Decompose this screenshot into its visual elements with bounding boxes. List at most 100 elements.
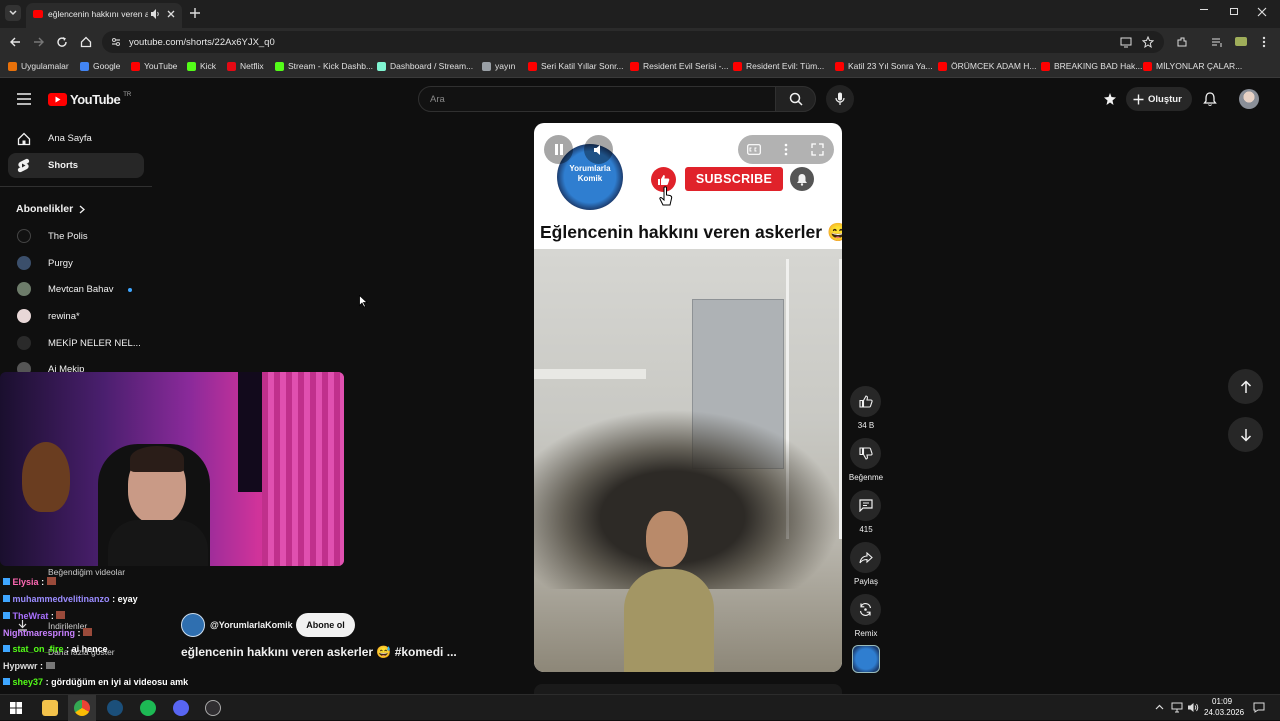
steam-icon[interactable] [107, 700, 123, 716]
site-info-icon[interactable] [111, 37, 121, 47]
tab-search-button[interactable] [5, 5, 21, 21]
fullscreen-icon[interactable] [811, 143, 824, 156]
chat-user: muhammedvelitinanzo [12, 594, 110, 604]
more-options-icon[interactable] [784, 143, 788, 156]
comments-button[interactable] [850, 490, 881, 521]
bookmark-video-6[interactable]: BREAKING BAD Hak... [1041, 61, 1142, 71]
bookmark-video-2[interactable]: Resident Evil Serisi -... [630, 61, 729, 71]
youtube-logo[interactable]: YouTube TR [48, 92, 131, 107]
sidebar-item-home[interactable]: Ana Sayfa [0, 127, 145, 151]
subscription-item[interactable]: The Polis [0, 227, 150, 247]
sidebar-item-shorts[interactable]: Shorts [8, 153, 144, 178]
home-icon[interactable] [80, 36, 92, 48]
obs-icon[interactable] [205, 700, 221, 716]
notification-center-icon[interactable] [1253, 702, 1265, 713]
bookmark-video-1[interactable]: Seri Katil Yıllar Sonr... [528, 61, 624, 71]
bookmark-star-icon[interactable] [1142, 36, 1154, 48]
clock-date[interactable]: 24.03.2026 [1204, 708, 1244, 717]
guide-menu-icon[interactable] [17, 93, 31, 105]
tray-chevron-up-icon[interactable] [1155, 704, 1164, 710]
close-window-icon[interactable] [1257, 7, 1267, 17]
search-box[interactable]: Ara [418, 86, 776, 112]
bookmark-folder-yayin[interactable]: yayın [482, 61, 515, 71]
search-input[interactable]: Ara [430, 94, 445, 105]
subscription-item[interactable]: rewina* [0, 307, 150, 327]
bookmark-video-5[interactable]: ÖRÜMCEK ADAM H... [938, 61, 1036, 71]
bookmark-apps[interactable]: Uygulamalar [8, 61, 69, 71]
pause-button[interactable] [544, 135, 573, 164]
captions-icon[interactable] [747, 144, 761, 155]
tab-active[interactable]: eğlencenin hakkını veren askerler [26, 3, 182, 28]
next-short-button[interactable] [1228, 417, 1263, 452]
windows-start-icon[interactable] [10, 702, 22, 714]
remix-button[interactable] [850, 594, 881, 625]
bookmark-video-7[interactable]: MİLYONLAR ÇALAR... [1143, 61, 1242, 71]
bookmark-video-4[interactable]: Katil 23 Yıl Sonra Ya... [835, 61, 933, 71]
network-icon[interactable] [1171, 702, 1183, 713]
bookmark-label: BREAKING BAD Hak... [1054, 61, 1143, 71]
previous-short-button[interactable] [1228, 369, 1263, 404]
extension-battery-icon[interactable] [1235, 37, 1247, 46]
restore-window-icon[interactable] [1230, 8, 1238, 15]
close-tab-icon[interactable] [166, 8, 176, 20]
browser-menu-icon[interactable] [1262, 36, 1266, 48]
file-explorer-icon[interactable] [42, 700, 58, 716]
chat-separator: : [41, 577, 45, 587]
discord-icon[interactable] [173, 700, 189, 716]
create-button[interactable]: Oluştur [1126, 87, 1192, 111]
comment-count: 415 [859, 525, 873, 534]
thumbs-down-icon [858, 447, 873, 460]
bookmark-netflix[interactable]: Netflix [227, 61, 264, 71]
extensions-icon[interactable] [1176, 36, 1188, 48]
taskbar-active-app[interactable] [68, 695, 96, 721]
reload-icon[interactable] [56, 36, 68, 48]
speaker-icon[interactable] [1187, 702, 1199, 713]
back-arrow-icon[interactable] [9, 36, 21, 48]
subscription-item[interactable]: Mevtcan Bahav [0, 280, 150, 300]
notifications-bell-icon[interactable] [1203, 92, 1217, 107]
short-player[interactable]: Yorumlarla Komik SUBSCRIBE Eğlencenin ha… [534, 123, 842, 672]
channel-avatar-rail[interactable] [852, 645, 880, 673]
bookmark-label: yayın [495, 61, 516, 71]
install-app-icon[interactable] [1120, 36, 1132, 48]
subscription-label: Purgy [48, 258, 73, 269]
subscriptions-header[interactable]: Abonelikler [16, 203, 86, 215]
video-soldier-face [646, 511, 688, 567]
arrow-up-icon [1240, 379, 1251, 393]
share-button[interactable] [850, 542, 881, 573]
media-controls-icon[interactable] [1211, 36, 1223, 48]
bookmark-label: Uygulamalar [21, 61, 69, 71]
chat-badge-icon [3, 595, 10, 602]
chat-text: eyay [117, 594, 138, 604]
bookmark-kick[interactable]: Kick [187, 61, 216, 71]
bookmark-video-3[interactable]: Resident Evil: Tüm... [733, 61, 824, 71]
bookmark-kick-dashboard[interactable]: Stream - Kick Dashb... [275, 61, 373, 71]
subscription-item[interactable]: Purgy [0, 254, 150, 274]
channel-avatar[interactable] [181, 613, 205, 637]
like-button[interactable] [850, 386, 881, 417]
bookmark-youtube[interactable]: YouTube [131, 61, 177, 71]
bookmark-google[interactable]: Google [80, 61, 120, 71]
short-title[interactable]: eğlencenin hakkını veren askerler 😅 #kom… [181, 645, 457, 659]
subscription-label: MEKİP NELER NEL... [48, 338, 141, 349]
channel-name[interactable]: @YorumlarlaKomik [210, 620, 293, 630]
dislike-button[interactable] [850, 438, 881, 469]
bookmark-label: ÖRÜMCEK ADAM H... [951, 61, 1037, 71]
bookmark-streamlabs[interactable]: Dashboard / Stream... [377, 61, 473, 71]
spotify-icon[interactable] [140, 700, 156, 716]
audio-playing-icon[interactable] [150, 8, 160, 20]
cast-settings-icon[interactable] [1103, 92, 1117, 106]
clock-time[interactable]: 01:09 [1212, 697, 1232, 706]
streamer-webcam [0, 372, 344, 566]
address-bar[interactable]: youtube.com/shorts/22Ax6YJX_q0 [102, 31, 1164, 53]
subscription-item[interactable]: MEKİP NELER NEL... [0, 334, 150, 354]
subscribe-button[interactable]: Abone ol [296, 613, 355, 637]
forward-arrow-icon[interactable] [33, 36, 45, 48]
new-tab-button[interactable] [189, 7, 201, 19]
voice-search-button[interactable] [826, 85, 854, 113]
volume-button[interactable] [584, 135, 613, 164]
search-button[interactable] [775, 86, 816, 112]
chat-user: shey37 [12, 677, 44, 687]
account-avatar[interactable] [1239, 89, 1259, 109]
minimize-window-icon[interactable] [1200, 9, 1208, 10]
